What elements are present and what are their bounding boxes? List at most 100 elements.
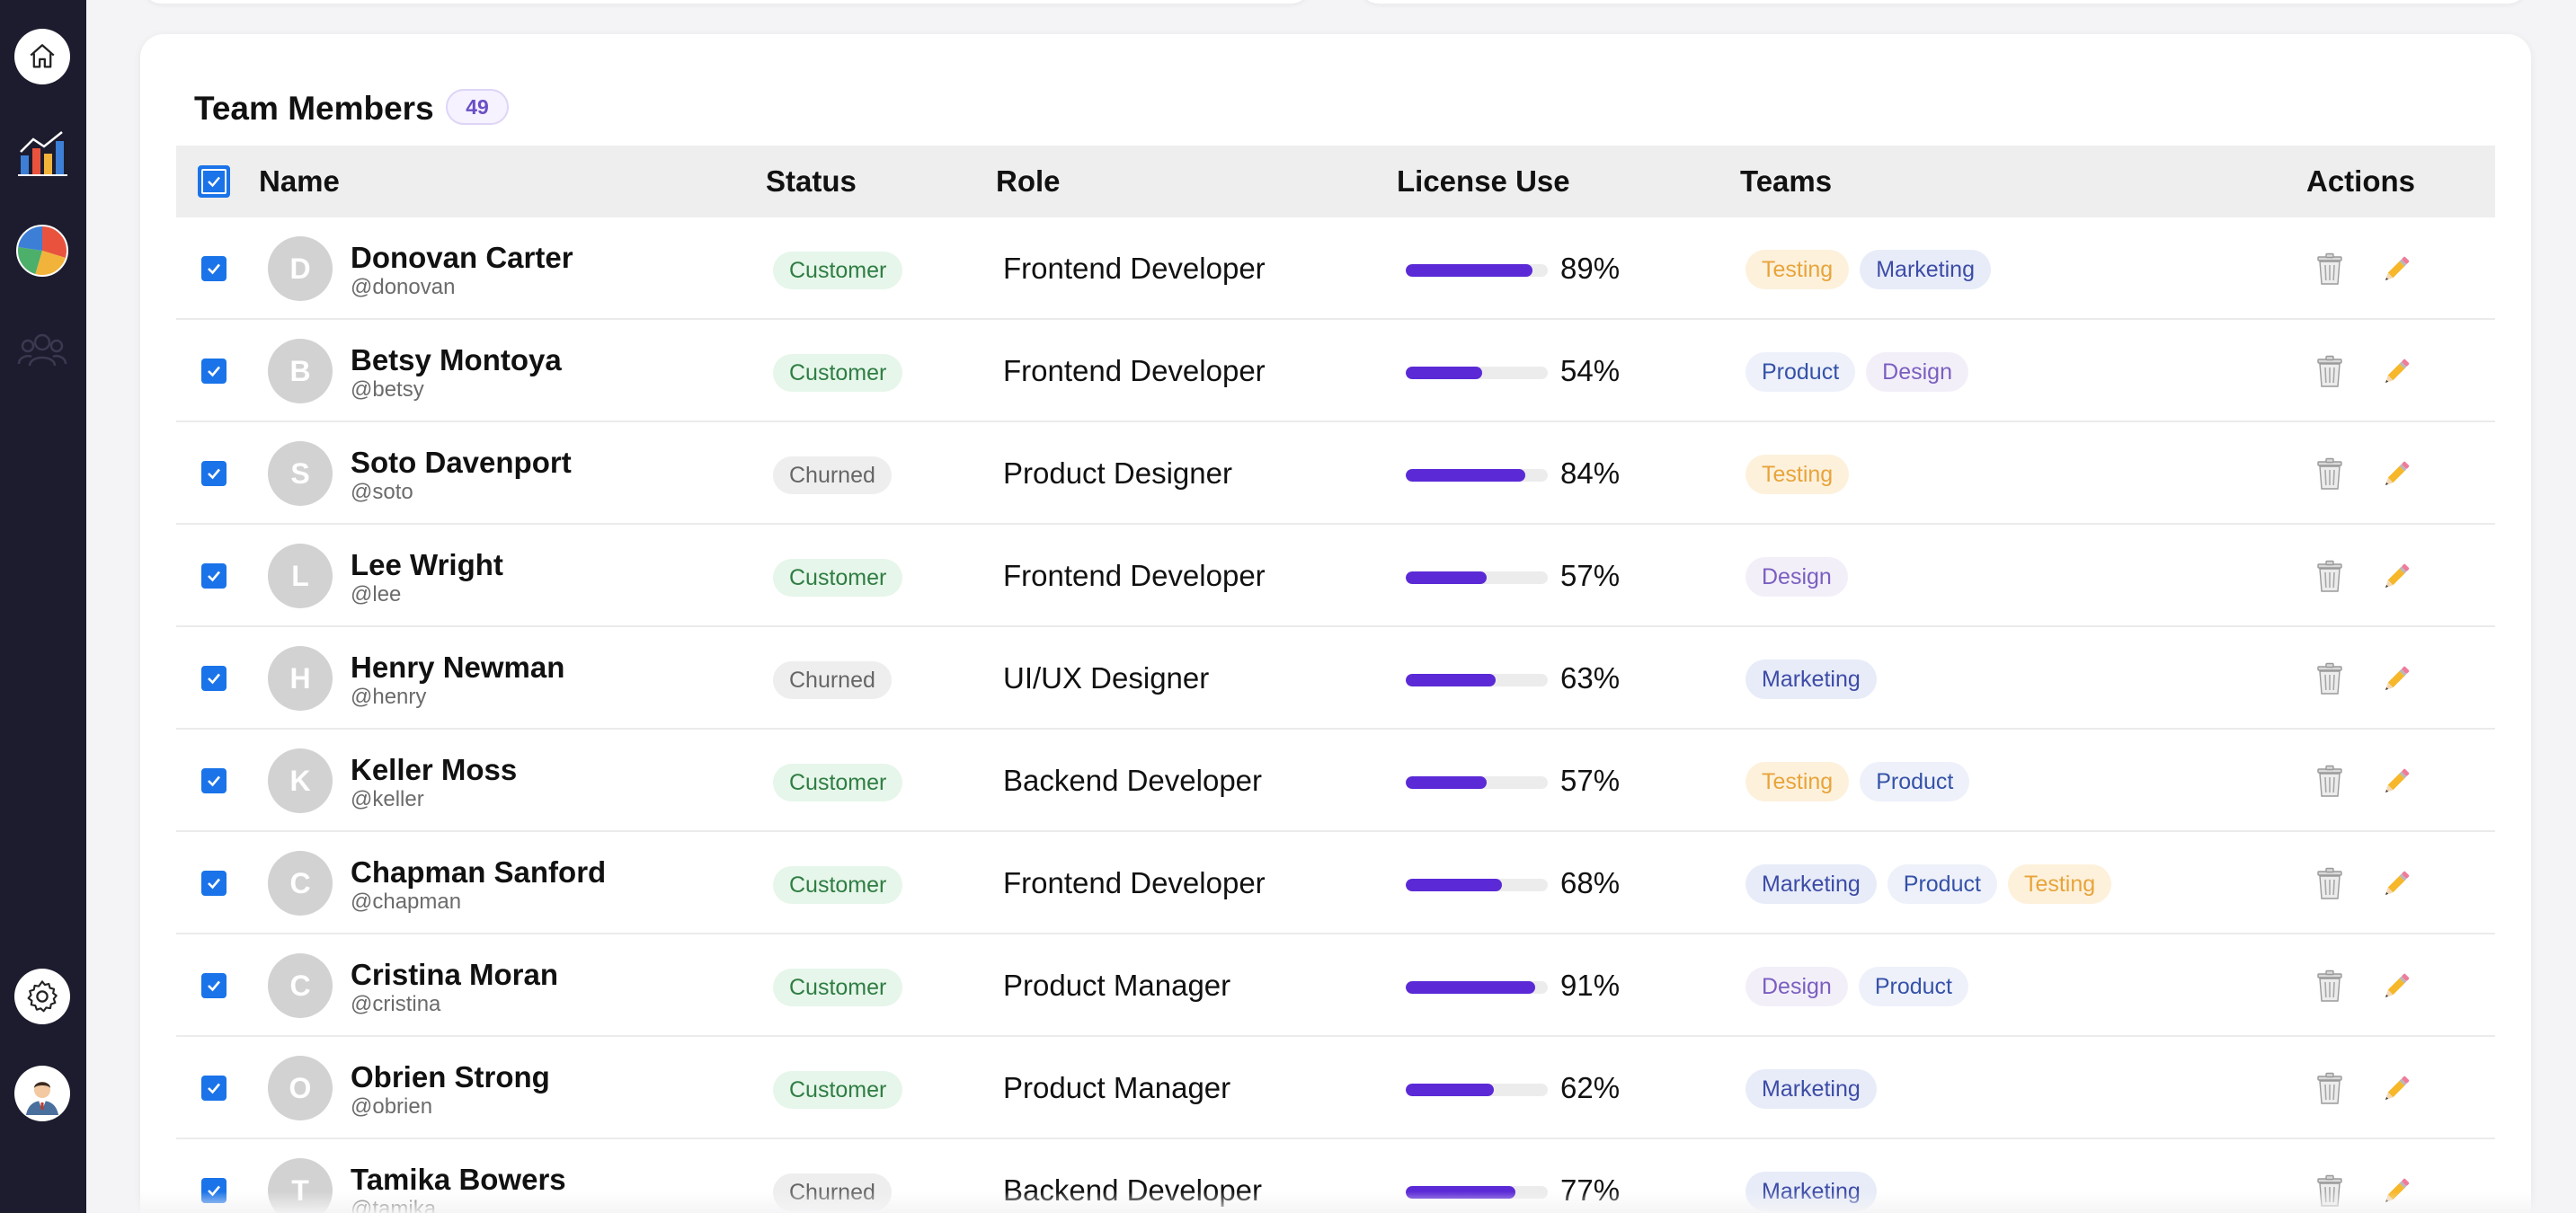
trash-icon (2317, 457, 2342, 490)
team-members-table: Name Status Role License Use Teams Actio… (176, 146, 2495, 1213)
edit-button[interactable] (2378, 969, 2414, 1005)
users-icon (17, 333, 67, 367)
team-tags: Marketing (1745, 660, 1877, 699)
license-progress-bar (1406, 571, 1548, 584)
user-avatar-icon (18, 1069, 67, 1118)
avatar: K (268, 748, 333, 813)
delete-button[interactable] (2314, 1071, 2346, 1107)
analytics-button[interactable] (14, 126, 70, 182)
status-badge: Customer (773, 764, 903, 801)
delete-button[interactable] (2314, 764, 2346, 800)
table-row: C Chapman Sanford @chapman Customer Frontend… (176, 832, 2495, 934)
team-members-title: Team Members (194, 90, 434, 127)
license-percent: 84% (1560, 456, 1621, 490)
avatar: O (268, 1056, 333, 1120)
row-checkbox[interactable] (201, 1076, 227, 1101)
member-name: Soto Davenport (351, 446, 572, 479)
member-role: Frontend Developer (1003, 559, 1266, 592)
delete-button[interactable] (2314, 866, 2346, 902)
license-percent: 91% (1560, 969, 1621, 1002)
team-tag-marketing: Marketing (1860, 250, 1991, 289)
member-name: Obrien Strong (351, 1060, 550, 1093)
header-teams[interactable]: Teams (1740, 146, 1832, 217)
settings-button[interactable] (14, 969, 70, 1024)
row-checkbox[interactable] (201, 666, 227, 691)
license-percent: 89% (1560, 252, 1621, 285)
member-role: Frontend Developer (1003, 866, 1266, 899)
delete-button[interactable] (2314, 559, 2346, 595)
team-button[interactable] (14, 322, 70, 377)
edit-button[interactable] (2378, 764, 2414, 800)
header-license-use[interactable]: License Use (1397, 146, 1570, 217)
license-percent: 63% (1560, 661, 1621, 695)
edit-button[interactable] (2378, 252, 2414, 288)
edit-button[interactable] (2378, 1071, 2414, 1107)
pie-chart-icon (16, 225, 68, 277)
avatar: L (268, 544, 333, 608)
row-checkbox[interactable] (201, 256, 227, 281)
license-progress-bar (1406, 981, 1548, 994)
team-tags: Testing Product (1745, 762, 1970, 801)
row-checkbox[interactable] (201, 461, 227, 486)
avatar: H (268, 646, 333, 711)
pencil-icon (2385, 1076, 2410, 1101)
team-tag-marketing: Marketing (1745, 864, 1877, 904)
license-progress-fill (1406, 674, 1496, 686)
delete-button[interactable] (2314, 456, 2346, 492)
member-handle: @henry (351, 685, 427, 709)
trash-icon (2317, 867, 2342, 899)
profile-button[interactable] (14, 1066, 70, 1121)
trash-icon (2317, 252, 2342, 285)
header-status[interactable]: Status (766, 146, 857, 217)
edit-button[interactable] (2378, 559, 2414, 595)
edit-button[interactable] (2378, 866, 2414, 902)
edit-button[interactable] (2378, 456, 2414, 492)
delete-button[interactable] (2314, 661, 2346, 697)
row-checkbox[interactable] (201, 359, 227, 384)
check-icon (208, 176, 220, 188)
edit-button[interactable] (2378, 354, 2414, 390)
avatar: C (268, 953, 333, 1018)
member-count-badge: 49 (446, 89, 509, 125)
status-badge: Churned (773, 456, 892, 494)
row-checkbox[interactable] (201, 768, 227, 793)
team-members-card: Team Members 49 Name Status Role License… (140, 34, 2531, 1213)
header-role[interactable]: Role (996, 146, 1061, 217)
trash-icon (2317, 765, 2342, 797)
member-name: Keller Moss (351, 753, 518, 786)
check-icon (208, 775, 220, 787)
delete-button[interactable] (2314, 354, 2346, 390)
check-icon (208, 980, 220, 992)
license-progress-bar (1406, 674, 1548, 686)
member-name: Betsy Montoya (351, 343, 562, 376)
row-checkbox[interactable] (201, 871, 227, 896)
license-progress-fill (1406, 571, 1488, 584)
home-button[interactable] (14, 29, 70, 84)
table-row: C Cristina Moran @cristina Customer Product … (176, 934, 2495, 1037)
pencil-icon (2385, 871, 2410, 896)
team-tags: Product Design (1745, 352, 1968, 392)
row-checkbox[interactable] (201, 973, 227, 998)
status-badge: Customer (773, 252, 903, 289)
header-name[interactable]: Name (259, 146, 340, 217)
row-checkbox[interactable] (201, 563, 227, 589)
gear-icon (27, 980, 58, 1013)
select-all-checkbox[interactable] (198, 165, 230, 198)
trash-icon (2317, 662, 2342, 695)
check-icon (208, 468, 220, 480)
license-percent: 68% (1560, 866, 1621, 899)
member-handle: @chapman (351, 890, 462, 914)
delete-button[interactable] (2314, 969, 2346, 1005)
delete-button[interactable] (2314, 252, 2346, 288)
pencil-icon (2385, 359, 2410, 384)
team-tag-testing: Testing (2007, 864, 2112, 904)
license-progress-bar (1406, 1084, 1548, 1096)
avatar: D (268, 236, 333, 301)
status-badge: Customer (773, 559, 903, 597)
team-tags: Testing Marketing (1745, 250, 1991, 289)
edit-button[interactable] (2378, 661, 2414, 697)
team-tag-product: Product (1887, 864, 1997, 904)
trash-icon (2317, 355, 2342, 387)
reports-button[interactable] (14, 223, 70, 279)
table-row: B Betsy Montoya @betsy Customer Frontend Dev… (176, 320, 2495, 422)
